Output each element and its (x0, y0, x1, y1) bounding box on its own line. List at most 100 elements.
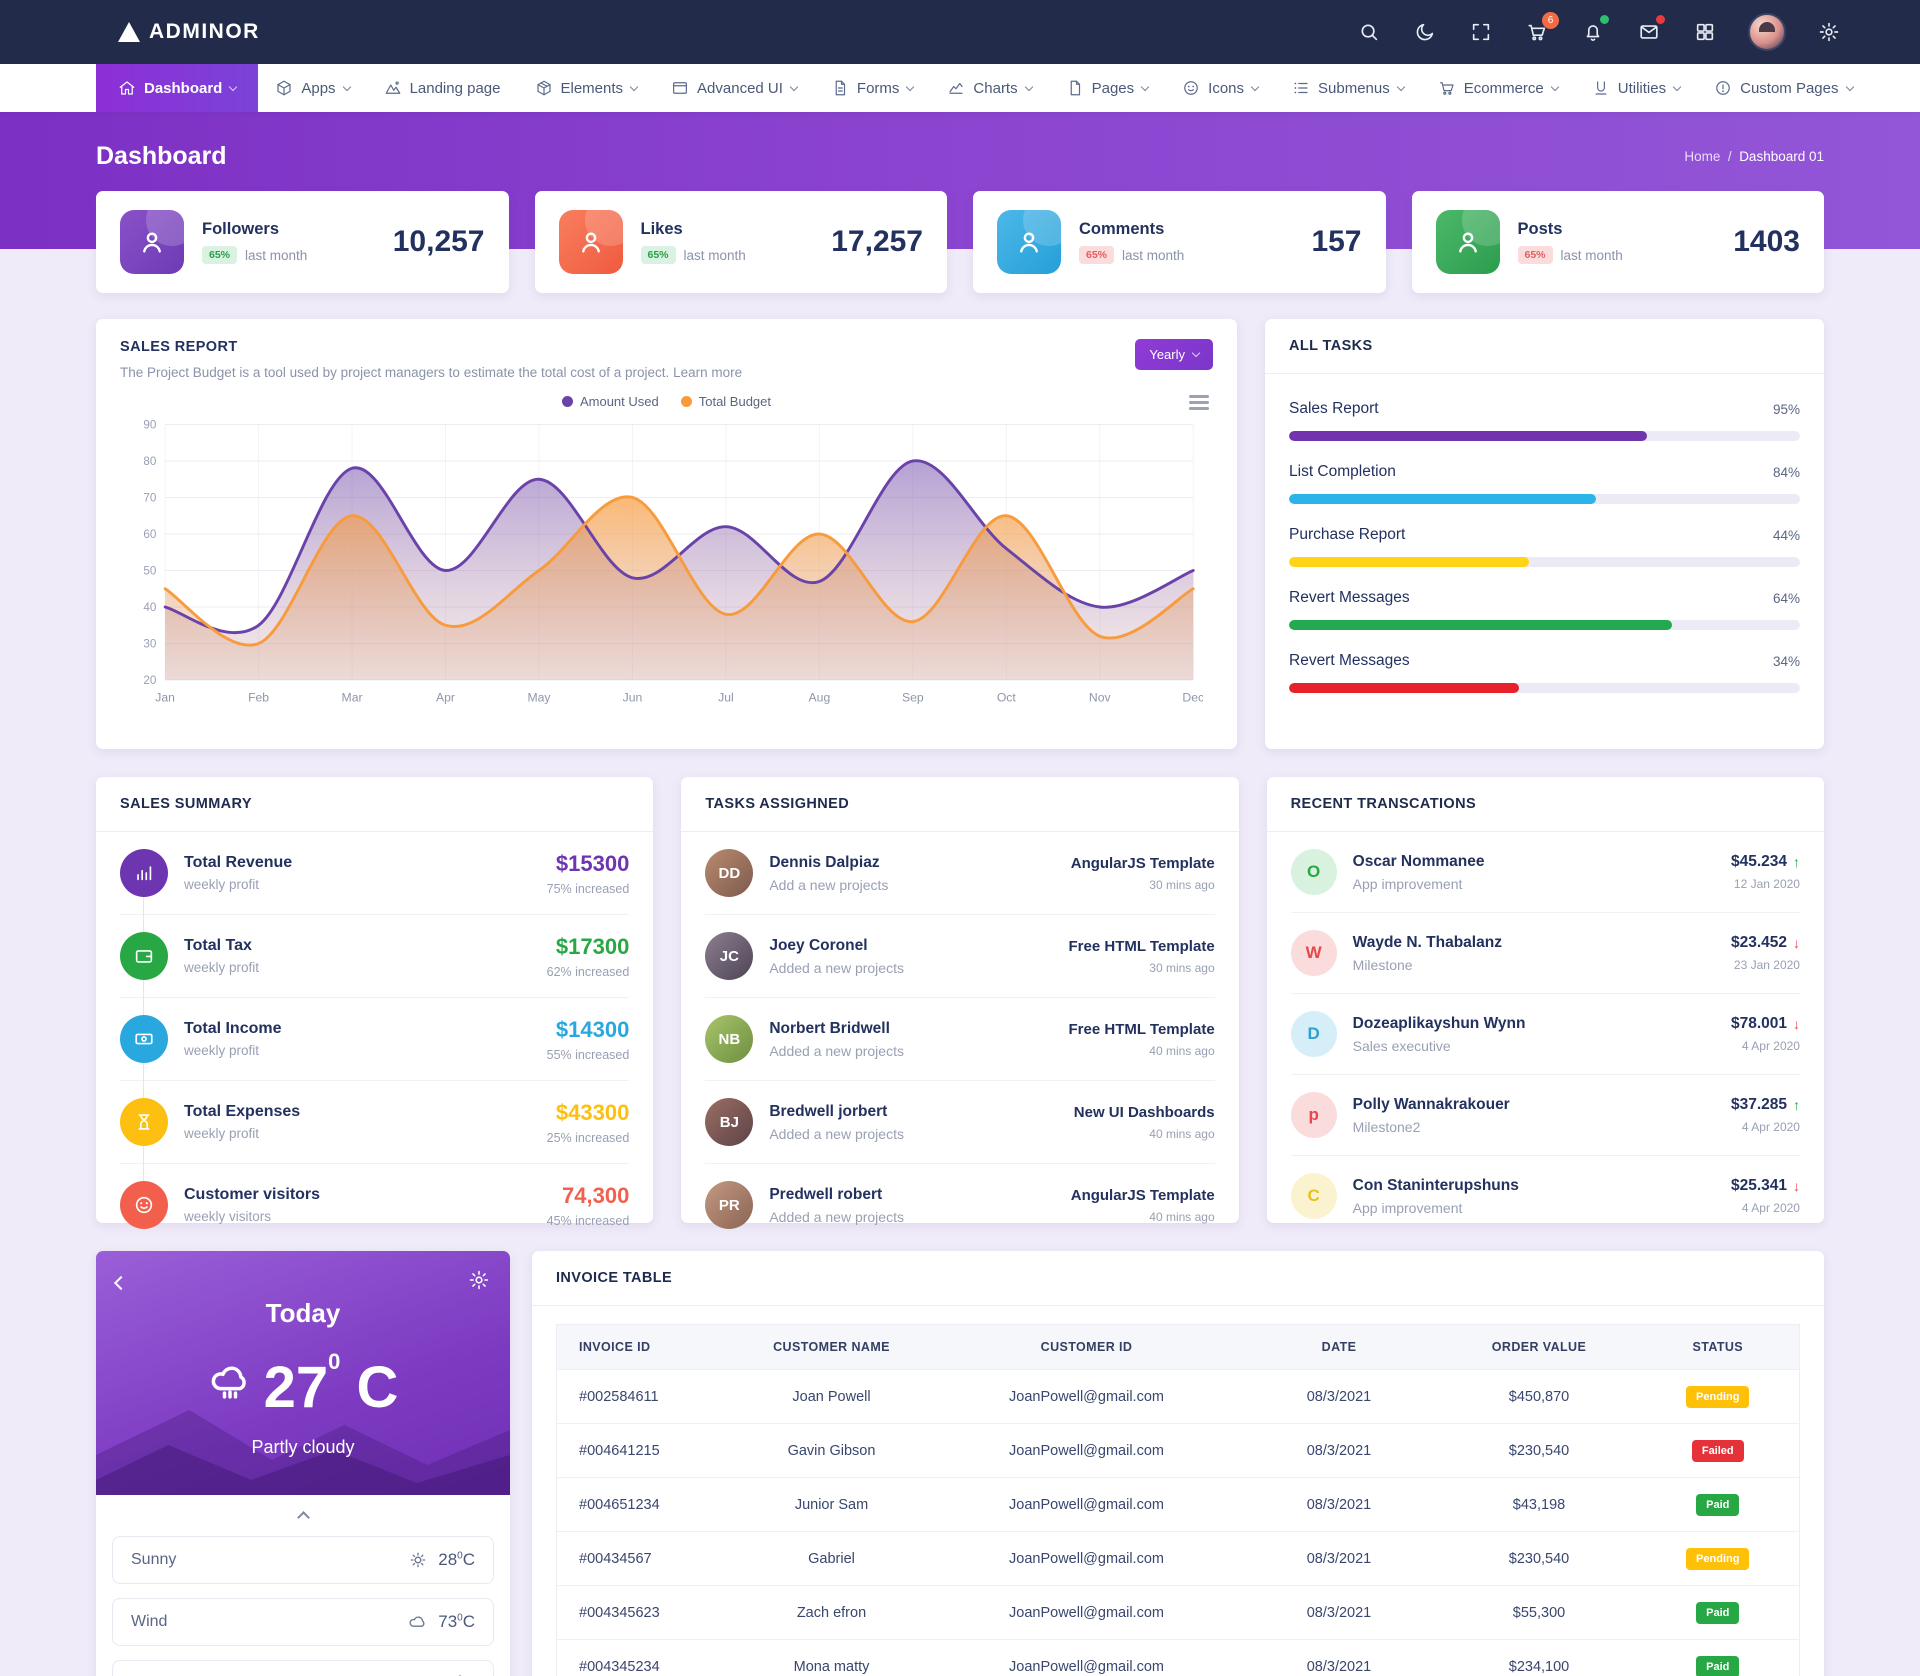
stat-cards-row: Followers 65% last month 10,257 Likes 65… (96, 191, 1824, 293)
back-chevron-icon[interactable] (113, 1275, 129, 1290)
brand-logo[interactable]: ADMINOR (118, 20, 260, 44)
file-text-icon (835, 80, 846, 96)
sales-report-subtitle: The Project Budget is a tool used by pro… (120, 365, 743, 380)
summary-row-total-expenses: Total Expenses weekly profit $43300 25% … (120, 1081, 630, 1164)
svg-text:70: 70 (143, 491, 157, 504)
notifications-bell-icon[interactable] (1580, 15, 1609, 45)
cloud-icon (409, 1616, 425, 1627)
summary-row-total-tax: Total Tax weekly profit $17300 62% incre… (120, 915, 630, 998)
summary-row-total-income: Total Income weekly profit $14300 55% in… (120, 998, 630, 1081)
bar-chart-icon (120, 849, 168, 897)
stat-badge: 65% (640, 246, 676, 264)
menu-item-advanced-ui[interactable]: Advanced UI (654, 64, 814, 112)
invoice-row: #004345623 Zach efron JoanPowell@gmail.co… (556, 1585, 1800, 1640)
menu-item-custom-pages[interactable]: Custom Pages (1697, 64, 1869, 112)
svg-text:60: 60 (143, 528, 157, 541)
all-tasks-title: ALL TASKS (1289, 338, 1373, 354)
menu-item-dashboard[interactable]: Dashboard (96, 64, 259, 112)
collapse-chevron-icon[interactable] (296, 1511, 310, 1524)
stat-badge: 65% (1079, 246, 1115, 264)
menu-item-landing-page[interactable]: Landing page (367, 64, 518, 112)
smiley-icon (120, 1181, 168, 1229)
assigned-task-row: JC Joey Coronel Added a new projects Fre… (705, 915, 1215, 998)
status-badge: Paid (1696, 1655, 1740, 1676)
initial-avatar: D (1290, 1011, 1337, 1057)
transaction-row: p Polly Wannakrakouer Milestone2 $37.285… (1290, 1075, 1800, 1156)
mail-icon[interactable] (1636, 15, 1665, 45)
notification-dot (1600, 15, 1609, 24)
posts-person-icon (1435, 210, 1500, 274)
svg-text:Apr: Apr (436, 690, 455, 704)
cart-count-badge: 6 (1542, 12, 1559, 29)
assigned-task-row: DD Dennis Dalpiaz Add a new projects Ang… (705, 832, 1215, 915)
stat-value: 157 (1311, 225, 1362, 258)
wallet-icon (120, 932, 168, 980)
svg-text:50: 50 (143, 564, 157, 577)
invoice-row: #004641215 Gavin Gibson JoanPowell@gmail.… (556, 1423, 1800, 1478)
period-select-button[interactable]: Yearly (1135, 339, 1213, 370)
cart-icon[interactable]: 6 (1524, 12, 1559, 45)
summary-row-customer-visitors: Customer visitors weekly visitors 74,300… (120, 1164, 629, 1246)
menu-item-forms[interactable]: Forms (814, 64, 931, 112)
transaction-row: O Oscar Nommanee App improvement $45.234… (1290, 832, 1800, 913)
stat-badge: 65% (1517, 246, 1553, 264)
assigned-task-row: PR Predwell robert Added a new projects … (705, 1164, 1215, 1246)
menu-item-submenus[interactable]: Submenus (1275, 64, 1421, 112)
trend-arrow-icon: ↑ (1792, 854, 1800, 870)
sales-report-card: SALES REPORT The Project Budget is a too… (96, 319, 1237, 749)
menu-item-utilities[interactable]: Utilities (1575, 64, 1697, 112)
mail-dot (1656, 15, 1665, 24)
summary-row-total-revenue: Total Revenue weekly profit $15300 75% i… (120, 832, 630, 915)
weather-widget: Today 270 C Partly cloudy Sunny 280C Win… (96, 1251, 510, 1676)
trend-arrow-icon: ↓ (1792, 1178, 1800, 1194)
fullscreen-icon[interactable] (1468, 19, 1494, 45)
all-tasks-card: ALL TASKS Sales Report 95% List Completi… (1265, 319, 1824, 749)
menu-item-icons[interactable]: Icons (1165, 64, 1275, 112)
weather-settings-gear-icon[interactable] (468, 1269, 490, 1296)
trend-arrow-icon: ↓ (1792, 935, 1800, 951)
recent-transactions-card: RECENT TRANSCATIONS O Oscar Nommanee App… (1266, 777, 1824, 1223)
avatar: DD (705, 849, 754, 897)
menu-item-ecommerce[interactable]: Ecommerce (1421, 64, 1575, 112)
svg-text:80: 80 (143, 455, 157, 468)
avatar: PR (705, 1181, 754, 1229)
avatar: NB (705, 1015, 754, 1063)
invoice-table-title: INVOICE TABLE (556, 1270, 673, 1286)
transaction-row: D Dozeaplikayshun Wynn Sales executive $… (1290, 994, 1800, 1075)
invoice-table: INVOICE ID CUSTOMER NAME CUSTOMER ID DAT… (556, 1324, 1800, 1676)
weather-condition: Partly cloudy (251, 1437, 355, 1457)
svg-text:Mar: Mar (342, 690, 363, 704)
weather-row-wind: Wind 730C (112, 1598, 494, 1646)
menu-item-elements[interactable]: Elements (518, 64, 655, 112)
menu-item-charts[interactable]: Charts (930, 64, 1048, 112)
home-icon (119, 81, 135, 95)
stat-card-likes: Likes 65% last month 17,257 (534, 191, 947, 293)
settings-gear-icon[interactable] (1816, 19, 1842, 45)
stat-badge: 65% (202, 246, 238, 264)
menu-item-apps[interactable]: Apps (258, 64, 366, 112)
likes-person-icon (558, 210, 623, 274)
avatar: BJ (705, 1098, 754, 1146)
invoice-table-card: INVOICE TABLE INVOICE ID CUSTOMER NAME C… (532, 1251, 1824, 1676)
hourglass-icon (120, 1098, 168, 1146)
apps-grid-icon[interactable] (1692, 19, 1718, 45)
learn-more-link[interactable]: Learn more (673, 365, 742, 380)
breadcrumb-home[interactable]: Home (1684, 149, 1720, 164)
status-badge: Pending (1686, 1547, 1750, 1570)
breadcrumb-current: Dashboard 01 (1739, 149, 1824, 164)
brand-name: ADMINOR (149, 20, 260, 43)
status-badge: Pending (1686, 1385, 1750, 1408)
menu-item-pages[interactable]: Pages (1049, 64, 1166, 112)
initial-avatar: p (1290, 1092, 1337, 1138)
dark-mode-moon-icon[interactable] (1412, 19, 1438, 45)
search-icon[interactable] (1356, 19, 1382, 45)
invoice-row: #002584611 Joan Powell JoanPowell@gmail.c… (556, 1369, 1800, 1424)
chart-menu-icon[interactable] (1189, 392, 1209, 413)
user-avatar[interactable] (1748, 13, 1786, 51)
tasks-assigned-card: TASKS ASSIGHNED DD Dennis Dalpiaz Add a … (681, 777, 1239, 1229)
stat-value: 1403 (1733, 225, 1800, 258)
svg-text:Feb: Feb (248, 690, 269, 704)
svg-text:40: 40 (143, 601, 157, 614)
cart-icon (1439, 82, 1454, 95)
svg-text:Sep: Sep (902, 690, 924, 704)
